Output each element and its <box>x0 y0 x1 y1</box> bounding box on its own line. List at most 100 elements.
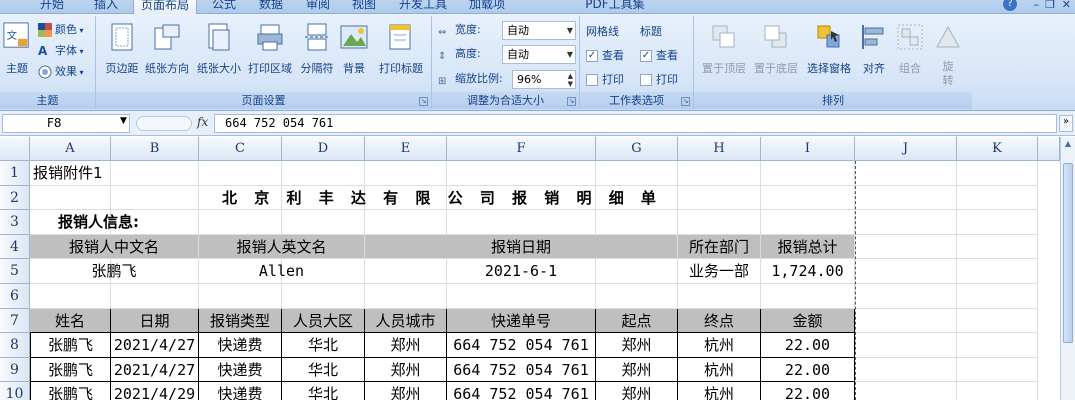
cell-empty[interactable] <box>855 185 957 211</box>
table-header-type[interactable]: 报销类型 <box>199 308 282 334</box>
table-cell-date[interactable]: 2021/4/27 <box>111 357 199 383</box>
table-cell-type[interactable]: 快递费 <box>199 357 282 383</box>
dept-value[interactable]: 业务一部 <box>678 259 761 284</box>
formula-input[interactable]: 664 752 054 761 <box>214 114 1057 133</box>
row-header-9[interactable]: 9 <box>0 357 30 383</box>
column-header-b[interactable]: B <box>111 137 199 161</box>
row-header-8[interactable]: 8 <box>0 333 30 358</box>
selection-pane-button[interactable]: 选择窗格 <box>800 22 858 76</box>
height-select[interactable]: 自动 ▼ <box>502 45 576 64</box>
table-cell-date[interactable]: 2021/4/27 <box>111 333 199 358</box>
headings-print-checkbox[interactable] <box>640 74 652 86</box>
cell-empty[interactable] <box>282 161 365 186</box>
column-header-c[interactable]: C <box>199 137 282 161</box>
cell-empty[interactable] <box>282 284 365 309</box>
date-value[interactable]: 2021-6-1 <box>365 259 678 284</box>
tab-review[interactable]: 审阅 <box>298 0 338 14</box>
cell-empty[interactable] <box>199 161 282 186</box>
cell-empty[interactable] <box>855 357 957 383</box>
column-header-overflow[interactable] <box>1038 137 1060 161</box>
table-cell-city[interactable]: 郑州 <box>365 333 447 358</box>
align-button[interactable]: 对齐 <box>858 22 890 76</box>
cell-empty[interactable] <box>957 234 1038 260</box>
row-header-7[interactable]: 7 <box>0 308 30 334</box>
table-cell-amount[interactable]: 22.00 <box>761 357 855 383</box>
tab-insert[interactable]: 插入 <box>86 0 126 14</box>
table-cell-date[interactable]: 2021/4/29 <box>111 382 199 400</box>
table-cell-type[interactable]: 快递费 <box>199 333 282 358</box>
cell-empty[interactable] <box>957 357 1038 383</box>
tab-pdf-tools[interactable]: PDF工具集 <box>580 0 650 14</box>
tab-addins[interactable]: 加载项 <box>462 0 512 14</box>
orientation-button[interactable]: 纸张方向 <box>142 22 192 76</box>
cell-empty[interactable] <box>678 284 761 309</box>
tab-home[interactable]: 开始 <box>32 0 72 14</box>
attachment-label-cell[interactable]: 报销附件1 <box>30 161 199 186</box>
column-header-j[interactable]: J <box>855 137 957 161</box>
breaks-button[interactable]: 分隔符 <box>296 22 338 76</box>
gridlines-print[interactable]: 打印 <box>586 70 624 90</box>
bring-to-front-button[interactable]: 置于顶层 <box>696 22 752 76</box>
table-cell-amount[interactable]: 22.00 <box>761 382 855 400</box>
cell-empty[interactable] <box>365 161 447 186</box>
row-header-5[interactable]: 5 <box>0 259 30 284</box>
cell-empty[interactable] <box>855 382 957 400</box>
table-cell-city[interactable]: 郑州 <box>365 382 447 400</box>
row-header-1[interactable]: 1 <box>0 161 30 186</box>
row-header-4[interactable]: 4 <box>0 234 30 260</box>
headings-print[interactable]: 打印 <box>640 70 678 90</box>
tab-page-layout[interactable]: 页面布局 <box>133 0 197 14</box>
table-cell-dest[interactable]: 杭州 <box>678 333 761 358</box>
table-cell-type[interactable]: 快递费 <box>199 382 282 400</box>
tab-formulas[interactable]: 公式 <box>204 0 244 14</box>
row-header-2[interactable]: 2 <box>0 185 30 211</box>
cell-empty[interactable] <box>447 284 596 309</box>
cell-empty[interactable] <box>957 382 1038 400</box>
scroll-up-icon[interactable]: ▲ <box>1061 137 1075 151</box>
theme-colors[interactable]: 颜色 ▾ <box>38 20 84 40</box>
column-header-i[interactable]: I <box>761 137 855 161</box>
column-header-a[interactable]: A <box>30 137 111 161</box>
row-header-10[interactable]: 10 <box>0 382 30 400</box>
en-name-value[interactable]: Allen <box>199 259 365 284</box>
cell-empty[interactable] <box>957 259 1038 284</box>
column-header-g[interactable]: G <box>596 137 678 161</box>
table-cell-city[interactable]: 郑州 <box>365 357 447 383</box>
column-header-d[interactable]: D <box>282 137 365 161</box>
dept-header[interactable]: 所在部门 <box>678 234 761 260</box>
cell-empty[interactable] <box>957 210 1038 235</box>
table-header-tracking[interactable]: 快递单号 <box>447 308 596 334</box>
table-header-name[interactable]: 姓名 <box>30 308 111 334</box>
scale-launcher-icon[interactable]: ↘ <box>567 97 576 106</box>
send-to-back-button[interactable]: 置于底层 <box>748 22 804 76</box>
table-cell-name[interactable]: 张鹏飞 <box>30 357 111 383</box>
column-header-k[interactable]: K <box>957 137 1038 161</box>
table-cell-tracking[interactable]: 664 752 054 761 <box>447 382 596 400</box>
column-header-h[interactable]: H <box>678 137 761 161</box>
cell-empty[interactable] <box>596 210 678 235</box>
gridlines-view-checkbox[interactable]: ✓ <box>586 50 598 62</box>
scale-stepper[interactable]: 96% ▲ ▼ <box>512 70 576 89</box>
expand-formula-bar-icon[interactable]: » <box>1059 115 1073 132</box>
table-cell-region[interactable]: 华北 <box>282 382 365 400</box>
help-icon[interactable]: ? <box>1003 0 1017 11</box>
table-cell-region[interactable]: 华北 <box>282 357 365 383</box>
theme-fonts[interactable]: A 字体 ▾ <box>38 41 84 61</box>
theme-effects[interactable]: 效果 ▾ <box>38 62 84 82</box>
size-button[interactable]: 纸张大小 <box>194 22 244 76</box>
table-cell-name[interactable]: 张鹏飞 <box>30 382 111 400</box>
tab-view[interactable]: 视图 <box>344 0 384 14</box>
table-header-dest[interactable]: 终点 <box>678 308 761 334</box>
row-header-3[interactable]: 3 <box>0 210 30 235</box>
cell-empty[interactable] <box>365 284 447 309</box>
cell-empty[interactable] <box>199 284 282 309</box>
cell-empty[interactable] <box>447 210 596 235</box>
table-cell-origin[interactable]: 郑州 <box>596 357 678 383</box>
width-select[interactable]: 自动 ▼ <box>502 21 576 40</box>
cell-empty[interactable] <box>855 234 957 260</box>
headings-view[interactable]: ✓ 查看 <box>640 46 678 66</box>
tab-developer[interactable]: 开发工具 <box>391 0 455 14</box>
cell-empty[interactable] <box>596 161 678 186</box>
cell-empty[interactable] <box>678 210 761 235</box>
background-button[interactable]: 背景 <box>338 22 370 76</box>
